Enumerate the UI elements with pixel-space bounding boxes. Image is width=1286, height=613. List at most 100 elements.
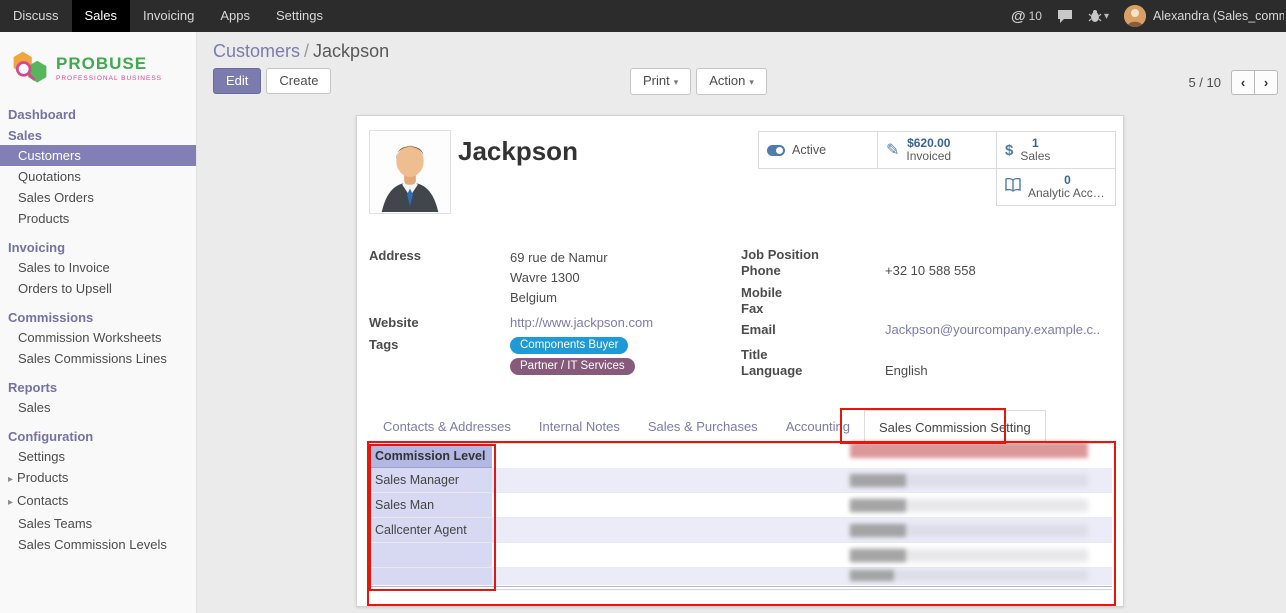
sidebar-header-sales[interactable]: Sales bbox=[0, 126, 196, 145]
language-label: Language bbox=[741, 363, 885, 378]
sidebar-item-customers[interactable]: Customers bbox=[0, 145, 196, 166]
sidebar-item-sales-teams[interactable]: Sales Teams bbox=[0, 513, 196, 534]
toggle-icon bbox=[767, 145, 785, 156]
sidebar-header-configuration[interactable]: Configuration bbox=[0, 427, 196, 446]
table-header-row: Commission Level bbox=[371, 446, 1112, 468]
breadcrumb: Customers/Jackpson bbox=[213, 41, 389, 62]
sidebar-item-orders-to-upsell[interactable]: Orders to Upsell bbox=[0, 278, 196, 299]
table-row-empty[interactable] bbox=[371, 543, 1112, 568]
pencil-icon: ✎ bbox=[886, 140, 899, 160]
redacted-block bbox=[850, 570, 894, 581]
tag-partner-it-services: Partner / IT Services bbox=[510, 358, 635, 375]
breadcrumb-current: Jackpson bbox=[313, 41, 389, 61]
user-name: Alexandra (Sales_comm.. bbox=[1153, 9, 1284, 23]
redacted-block bbox=[850, 499, 906, 512]
top-menu-settings[interactable]: Settings bbox=[263, 0, 336, 32]
phone-label: Phone bbox=[741, 263, 885, 278]
caret-down-icon: ▾ bbox=[749, 77, 754, 87]
tab-sales-commission-setting[interactable]: Sales Commission Setting bbox=[864, 410, 1046, 444]
print-dropdown-button[interactable]: Print▾ bbox=[630, 68, 691, 95]
stat-value: 1 bbox=[1020, 137, 1050, 150]
at-icon: @ bbox=[1011, 8, 1026, 25]
caret-down-icon: ▾ bbox=[1104, 11, 1109, 22]
expand-arrow-icon: ▸ bbox=[8, 474, 13, 485]
pager-previous-button[interactable]: ‹ bbox=[1231, 70, 1255, 95]
table-row-empty[interactable] bbox=[371, 568, 1112, 585]
stat-label: Analytic Acco... bbox=[1028, 187, 1107, 200]
sidebar-item-sales-to-invoice[interactable]: Sales to Invoice bbox=[0, 257, 196, 278]
sidebar-item-commission-worksheets[interactable]: Commission Worksheets bbox=[0, 327, 196, 348]
active-stat-button[interactable]: Active bbox=[758, 131, 878, 169]
commission-level-cell: Sales Man bbox=[371, 493, 492, 517]
main-content: Customers/Jackpson Edit Create Print▾ Ac… bbox=[197, 32, 1286, 613]
pager-next-button[interactable]: › bbox=[1254, 70, 1278, 95]
job-position-label: Job Position bbox=[741, 247, 885, 262]
commission-level-cell: Sales Manager bbox=[371, 468, 492, 492]
bug-icon bbox=[1088, 9, 1102, 23]
messages-button[interactable] bbox=[1057, 9, 1073, 23]
activity-count: 10 bbox=[1029, 9, 1042, 23]
brand-name: PROBUSE bbox=[56, 54, 162, 74]
phone-value: +32 10 588 558 bbox=[885, 263, 976, 278]
notebook-tabs: Contacts & Addresses Internal Notes Sale… bbox=[369, 410, 1111, 444]
activities-button[interactable]: @ 10 bbox=[1011, 8, 1042, 25]
top-menu-discuss[interactable]: Discuss bbox=[0, 0, 72, 32]
website-link[interactable]: http://www.jackpson.com bbox=[510, 315, 653, 330]
top-menu-apps[interactable]: Apps bbox=[207, 0, 263, 32]
sidebar-item-config-contacts[interactable]: ▸Contacts bbox=[0, 490, 196, 513]
sidebar-item-sales-orders[interactable]: Sales Orders bbox=[0, 187, 196, 208]
field-group-right: Job Position Phone+32 10 588 558 Mobile … bbox=[741, 247, 1113, 379]
top-menu-invoicing[interactable]: Invoicing bbox=[130, 0, 207, 32]
sidebar-header-dashboard[interactable]: Dashboard bbox=[0, 105, 196, 124]
column-header-commission-level[interactable]: Commission Level bbox=[371, 446, 492, 468]
probuse-logo-icon bbox=[10, 47, 50, 89]
sidebar-item-products[interactable]: Products bbox=[0, 208, 196, 229]
create-button[interactable]: Create bbox=[266, 68, 331, 94]
top-menu-list: Discuss Sales Invoicing Apps Settings bbox=[0, 0, 336, 32]
sidebar-header-reports[interactable]: Reports bbox=[0, 378, 196, 397]
address-line: Belgium bbox=[510, 288, 608, 308]
dollar-icon: $ bbox=[1005, 142, 1013, 159]
sidebar-header-commissions[interactable]: Commissions bbox=[0, 308, 196, 327]
sidebar-item-settings[interactable]: Settings bbox=[0, 446, 196, 467]
sidebar-header-invoicing[interactable]: Invoicing bbox=[0, 238, 196, 257]
tab-accounting[interactable]: Accounting bbox=[772, 410, 864, 443]
tab-internal-notes[interactable]: Internal Notes bbox=[525, 410, 634, 443]
pager-counter: 5 / 10 bbox=[1188, 75, 1221, 90]
tab-sales-purchases[interactable]: Sales & Purchases bbox=[634, 410, 772, 443]
edit-button[interactable]: Edit bbox=[213, 68, 261, 94]
action-dropdown-button[interactable]: Action ▾ bbox=[696, 68, 767, 95]
analytic-accounts-stat-button[interactable]: 0 Analytic Acco... bbox=[996, 168, 1116, 206]
table-row-sales-manager[interactable]: Sales Manager bbox=[371, 468, 1112, 493]
email-label: Email bbox=[741, 322, 885, 337]
action-label: Action bbox=[709, 73, 745, 88]
breadcrumb-customers[interactable]: Customers bbox=[213, 41, 300, 61]
email-link[interactable]: Jackpson@yourcompany.example.c.. bbox=[885, 322, 1100, 337]
fax-label: Fax bbox=[741, 301, 885, 316]
language-value: English bbox=[885, 363, 928, 378]
tab-contacts-addresses[interactable]: Contacts & Addresses bbox=[369, 410, 525, 443]
top-menu-sales[interactable]: Sales bbox=[72, 0, 131, 32]
redacted-block bbox=[850, 524, 906, 537]
tag-components-buyer: Components Buyer bbox=[510, 337, 628, 354]
sidebar-item-sales-commissions-lines[interactable]: Sales Commissions Lines bbox=[0, 348, 196, 369]
brand-tagline: PROFESSIONAL BUSINESS bbox=[56, 75, 162, 82]
stat-value: $620.00 bbox=[906, 137, 951, 150]
mobile-label: Mobile bbox=[741, 285, 885, 300]
table-row-sales-man[interactable]: Sales Man bbox=[371, 493, 1112, 518]
stat-label: Active bbox=[792, 144, 826, 157]
bug-menu-button[interactable]: ▾ bbox=[1088, 9, 1109, 23]
user-menu[interactable]: Alexandra (Sales_comm.. bbox=[1124, 5, 1284, 27]
sidebar-item-quotations[interactable]: Quotations bbox=[0, 166, 196, 187]
address-value: 69 rue de Namur Wavre 1300 Belgium bbox=[510, 248, 608, 308]
sidebar-item-sales-commission-levels[interactable]: Sales Commission Levels bbox=[0, 534, 196, 555]
partner-name: Jackpson bbox=[458, 136, 578, 167]
sidebar-item-config-products[interactable]: ▸Products bbox=[0, 467, 196, 490]
sales-stat-button[interactable]: $ 1 Sales bbox=[996, 131, 1116, 169]
table-row-callcenter-agent[interactable]: Callcenter Agent bbox=[371, 518, 1112, 543]
chat-bubble-icon bbox=[1057, 9, 1073, 23]
stat-label: Sales bbox=[1020, 150, 1050, 163]
sidebar-item-reports-sales[interactable]: Sales bbox=[0, 397, 196, 418]
address-label: Address bbox=[369, 248, 510, 308]
invoiced-stat-button[interactable]: ✎ $620.00 Invoiced bbox=[877, 131, 997, 169]
